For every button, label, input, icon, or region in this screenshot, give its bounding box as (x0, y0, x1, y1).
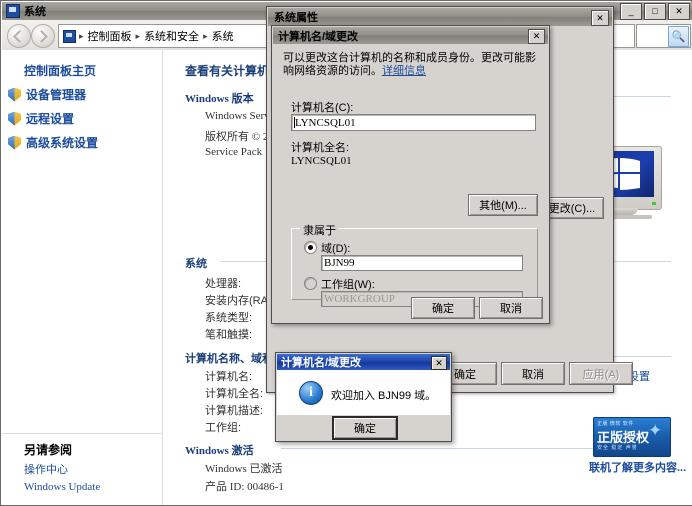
minimize-button[interactable]: _ (620, 3, 642, 20)
computer-name-dialog-title: 计算机名/域更改 (278, 30, 359, 43)
computer-row-label-0: 计算机名: (205, 371, 253, 383)
domain-input[interactable]: BJN99 (321, 255, 523, 271)
sidebar-item-label: 远程设置 (26, 112, 75, 126)
computer-row-label-1: 计算机全名: (205, 388, 264, 400)
message-box-ok-button[interactable]: 确定 (332, 416, 398, 440)
message-box-title: 计算机名/域更改 (281, 357, 362, 369)
monitor-led (652, 202, 656, 205)
full-computer-name-value: LYNCSQL01 (291, 155, 352, 167)
group-title-system: 系统 (185, 258, 207, 270)
computer-name-value: LYNCSQL01 (295, 116, 356, 129)
search-input[interactable]: 🔍 (636, 24, 691, 48)
dialog-cancel-button[interactable]: 取消 (479, 297, 543, 319)
details-link[interactable]: 详细信息 (382, 65, 426, 77)
computer-row-label-2: 计算机描述: (205, 405, 264, 417)
shield-icon (8, 87, 21, 102)
cancel-button[interactable]: 取消 (501, 362, 565, 385)
domain-radio[interactable] (304, 241, 317, 254)
system-row-label-2: 系统类型: (205, 312, 253, 324)
message-box-button-area: 确定 (277, 415, 450, 440)
breadcrumb-separator-2: ▸ (203, 30, 208, 41)
breadcrumb-item-1[interactable]: 系统和安全 (143, 28, 200, 44)
sidebar-link-action-center[interactable]: 操作中心 (24, 461, 68, 477)
system-properties-title: 系统属性 (274, 12, 318, 24)
domain-radio-label: 域(D): (321, 243, 351, 255)
dialog-description: 可以更改这台计算机的名称和成员身份。更改可能影响网络资源的访问。详细信息 (283, 52, 536, 78)
tabpage-filler (557, 111, 603, 117)
computer-name-label: 计算机名(C): (291, 102, 354, 114)
computer-row-label-3: 工作组: (205, 422, 242, 434)
close-icon[interactable]: ✕ (431, 356, 447, 370)
windows-edition-line-2: Service Pack 1 (205, 146, 271, 158)
close-button[interactable]: ✕ (668, 3, 690, 20)
breadcrumb-item-0[interactable]: 控制面板 (87, 28, 133, 44)
back-button[interactable] (7, 24, 31, 48)
sidebar-item-label: 设备管理器 (26, 88, 87, 102)
window-controls: _ □ ✕ (620, 3, 690, 20)
message-box-titlebar[interactable]: 计算机名/域更改 ✕ (277, 354, 450, 370)
activation-status: Windows 已激活 (205, 463, 283, 475)
sidebar-link-windows-update[interactable]: Windows Update (24, 481, 100, 493)
sidebar-see-also-title: 另请参阅 (24, 443, 73, 457)
sidebar-item-advanced-system-settings[interactable]: 高级系统设置 (8, 134, 98, 151)
sidebar-item-label: 高级系统设置 (26, 136, 99, 150)
genuine-learn-more-link[interactable]: 联机了解更多内容... (589, 459, 686, 475)
message-box-content: i 欢迎加入 BJN99 域。 (277, 370, 450, 415)
workgroup-value: WORKGROUP (324, 293, 395, 305)
full-computer-name-label: 计算机全名: (291, 142, 350, 154)
genuine-software-badge: 正版 微软 软件 正版授权 安全 稳定 声誉 ✦ (593, 417, 671, 457)
system-row-label-0: 处理器: (205, 278, 242, 290)
group-title-windows-edition: Windows 版本 (185, 93, 254, 105)
close-icon[interactable]: ✕ (528, 29, 545, 44)
product-id: 产品 ID: 00486-1 (205, 481, 284, 493)
genuine-top-text: 正版 微软 软件 (597, 421, 634, 427)
system-window-title: 系统 (24, 6, 46, 18)
forward-button[interactable] (31, 24, 55, 48)
info-icon: i (299, 381, 323, 405)
sidebar: 控制面板主页 设备管理器 远程设置 高级系统设置 另请参阅 操作中心 Windo… (2, 50, 163, 505)
sidebar-item-control-panel-home[interactable]: 控制面板主页 (24, 62, 96, 79)
computer-name-dialog-titlebar[interactable]: 计算机名/域更改 ✕ (273, 27, 548, 44)
workgroup-radio-label: 工作组(W): (321, 279, 375, 291)
system-properties-titlebar[interactable]: 系统属性 ✕ (268, 8, 612, 26)
sidebar-divider (2, 433, 162, 434)
screen-root: 系统 _ □ ✕ ▸ 控制面板 ▸ 系统和安全 ▸ 系统 🔍 控制面板主页 设备… (0, 0, 692, 506)
system-icon (6, 4, 20, 18)
welcome-message-box: 计算机名/域更改 ✕ i 欢迎加入 BJN99 域。 确定 (275, 352, 452, 442)
maximize-button[interactable]: □ (644, 3, 666, 20)
sidebar-item-device-manager[interactable]: 设备管理器 (8, 86, 86, 103)
shield-icon (8, 135, 21, 150)
breadcrumb-item-2[interactable]: 系统 (211, 28, 235, 44)
message-box-text: 欢迎加入 BJN99 域。 (331, 390, 437, 402)
search-icon[interactable]: 🔍 (668, 26, 689, 47)
group-title-activation: Windows 激活 (185, 445, 254, 457)
breadcrumb-separator-1: ▸ (135, 30, 141, 41)
domain-value: BJN99 (324, 257, 355, 269)
member-of-label: 隶属于 (300, 222, 339, 238)
system-row-label-3: 笔和触摸: (205, 329, 253, 341)
member-of-group: 隶属于 域(D): BJN99 工作组(W): WORKGROUP (291, 222, 538, 307)
genuine-sub-text: 安全 稳定 声誉 (597, 445, 638, 451)
dialog-ok-button[interactable]: 确定 (411, 297, 475, 319)
more-button[interactable]: 其他(M)... (468, 194, 538, 216)
close-icon[interactable]: ✕ (591, 10, 609, 26)
shield-icon (8, 111, 21, 126)
computer-name-domain-changes-dialog: 计算机名/域更改 ✕ 可以更改这台计算机的名称和成员身份。更改可能影响网络资源的… (271, 25, 550, 324)
apply-button: 应用(A) (569, 362, 633, 385)
computer-name-input[interactable]: LYNCSQL01 (291, 114, 536, 131)
control-panel-icon (63, 29, 76, 43)
workgroup-radio[interactable] (304, 277, 317, 290)
star-icon: ✦ (648, 421, 663, 440)
sidebar-item-remote-settings[interactable]: 远程设置 (8, 110, 74, 127)
breadcrumb-separator-0: ▸ (79, 30, 84, 41)
